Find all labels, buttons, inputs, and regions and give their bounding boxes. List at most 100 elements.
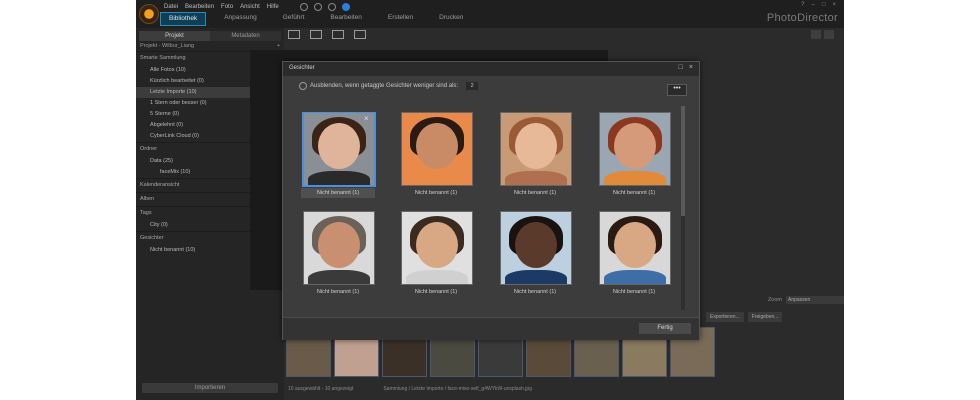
view-mode-icon[interactable] bbox=[288, 30, 300, 39]
face-card[interactable]: Nicht benannt (1) bbox=[399, 112, 477, 207]
app-logo-icon bbox=[139, 4, 159, 24]
dialog-titlebar: Gesichter □ × bbox=[283, 62, 699, 76]
right-tools bbox=[811, 30, 834, 39]
face-thumbnail[interactable]: × bbox=[302, 112, 376, 187]
face-shoulders bbox=[406, 171, 468, 185]
face-thumbnail[interactable] bbox=[500, 211, 572, 285]
import-button[interactable]: Importieren bbox=[142, 383, 278, 393]
fullscreen-icon[interactable] bbox=[354, 30, 366, 39]
close-icon[interactable]: × bbox=[832, 2, 836, 8]
face-label[interactable]: Nicht benannt (1) bbox=[597, 188, 671, 198]
section-title: Smarte Sammlung bbox=[140, 55, 186, 61]
tab-erstellen[interactable]: Erstellen bbox=[380, 12, 421, 26]
face-label[interactable]: Nicht benannt (1) bbox=[399, 287, 473, 297]
face-card[interactable]: Nicht benannt (1) bbox=[597, 112, 675, 207]
tab-metadaten[interactable]: Metadaten bbox=[210, 31, 281, 41]
face-head bbox=[318, 123, 360, 169]
section-title: Gesichter bbox=[140, 235, 164, 241]
brand-name: PhotoDirector bbox=[766, 12, 838, 24]
face-shoulders bbox=[308, 171, 370, 185]
face-card[interactable]: Nicht benannt (1) bbox=[498, 211, 576, 306]
threshold-stepper[interactable]: 2 bbox=[466, 82, 479, 90]
add-icon[interactable]: + bbox=[277, 43, 280, 49]
face-shoulders bbox=[406, 270, 468, 284]
done-button[interactable]: Fertig bbox=[639, 323, 691, 334]
face-head bbox=[318, 222, 360, 268]
face-shoulders bbox=[505, 171, 567, 185]
quick-actions bbox=[300, 3, 350, 11]
hand-tool-icon[interactable] bbox=[824, 30, 834, 39]
tab-drucken[interactable]: Drucken bbox=[431, 12, 471, 26]
dialog-title: Gesichter bbox=[289, 65, 315, 71]
help-icon[interactable]: ? bbox=[801, 2, 804, 8]
info-icon[interactable] bbox=[342, 3, 350, 11]
face-card[interactable]: Nicht benannt (1) bbox=[301, 211, 379, 306]
close-icon[interactable]: × bbox=[689, 64, 693, 71]
zoom-label: Zoom bbox=[767, 297, 782, 303]
tab-gefuehrt[interactable]: Geführt bbox=[275, 12, 313, 26]
face-thumbnail[interactable] bbox=[401, 211, 473, 285]
file-path: Sammlung / Letzte Importe / face-mixe-se… bbox=[383, 386, 532, 392]
faces-grid: × Nicht benannt (1) Nicht benannt (1) Nicht… bbox=[301, 112, 681, 314]
face-card[interactable]: Nicht benannt (1) bbox=[597, 211, 675, 306]
face-head bbox=[416, 123, 458, 169]
tab-bearbeiten[interactable]: Bearbeiten bbox=[322, 12, 369, 26]
module-tabs: Bibliothek Anpassung Geführt Bearbeiten … bbox=[160, 12, 481, 26]
hide-option: Ausblenden, wenn getaggte Gesichter weni… bbox=[299, 82, 479, 90]
face-thumbnail[interactable] bbox=[599, 211, 671, 285]
hide-option-label: Ausblenden, wenn getaggte Gesichter weni… bbox=[310, 83, 459, 89]
menu-hilfe[interactable]: Hilfe bbox=[267, 4, 279, 10]
maximize-icon[interactable]: □ bbox=[679, 64, 683, 71]
face-shoulders bbox=[308, 270, 370, 284]
section-title: Alben bbox=[140, 196, 155, 202]
face-thumbnail[interactable] bbox=[401, 112, 473, 186]
section-title: Kalenderansicht bbox=[140, 182, 180, 188]
face-card[interactable]: Nicht benannt (1) bbox=[498, 112, 576, 207]
face-card[interactable]: Nicht benannt (1) bbox=[399, 211, 477, 306]
undo-icon[interactable] bbox=[300, 3, 308, 11]
face-head bbox=[614, 222, 656, 268]
title-bar: Datei Bearbeiten Foto Ansicht Hilfe Bibl… bbox=[136, 0, 844, 28]
zoom-select[interactable]: Anpassen bbox=[786, 296, 844, 304]
face-label[interactable]: Nicht benannt (1) bbox=[399, 188, 473, 198]
more-options-button[interactable]: ••• bbox=[667, 84, 687, 96]
redo-icon[interactable] bbox=[314, 3, 322, 11]
export-bar: Exportieren... Freigeben... bbox=[706, 312, 783, 322]
remove-face-icon[interactable]: × bbox=[364, 115, 371, 123]
tab-bibliothek[interactable]: Bibliothek bbox=[160, 12, 207, 26]
maximize-icon[interactable]: □ bbox=[822, 2, 826, 8]
tab-anpassung[interactable]: Anpassung bbox=[216, 12, 265, 26]
face-label[interactable]: Nicht benannt (1) bbox=[498, 188, 572, 198]
window-controls: ? – □ × bbox=[801, 2, 836, 8]
face-label[interactable]: Nicht benannt (1) bbox=[301, 287, 375, 297]
selection-count: 10 ausgewählt - 10 angezeigt bbox=[288, 386, 354, 392]
share-button[interactable]: Freigeben... bbox=[747, 312, 783, 322]
status-bar: 10 ausgewählt - 10 angezeigt Sammlung / … bbox=[288, 386, 838, 392]
face-label[interactable]: Nicht benannt (1) bbox=[597, 287, 671, 297]
section-title: Tags bbox=[140, 210, 152, 216]
zoom-tool-icon[interactable] bbox=[811, 30, 821, 39]
minimize-icon[interactable]: – bbox=[812, 2, 815, 8]
face-label[interactable]: Nicht benannt (1) bbox=[301, 188, 375, 198]
face-thumbnail[interactable] bbox=[500, 112, 572, 186]
section-title: Ordner bbox=[140, 146, 158, 152]
record-icon[interactable] bbox=[328, 3, 336, 11]
grid-view-icon[interactable] bbox=[332, 30, 344, 39]
menu-foto[interactable]: Foto bbox=[221, 4, 233, 10]
hide-checkbox[interactable] bbox=[299, 82, 307, 90]
export-button[interactable]: Exportieren... bbox=[706, 312, 744, 322]
menu-datei[interactable]: Datei bbox=[164, 4, 178, 10]
tab-projekt[interactable]: Projekt bbox=[139, 31, 210, 41]
face-head bbox=[614, 123, 656, 169]
face-card[interactable]: × Nicht benannt (1) bbox=[301, 112, 379, 207]
face-thumbnail[interactable] bbox=[303, 211, 375, 285]
compare-icon[interactable] bbox=[310, 30, 322, 39]
scrollbar-thumb[interactable] bbox=[681, 106, 685, 216]
face-thumbnail[interactable] bbox=[599, 112, 671, 186]
face-label[interactable]: Nicht benannt (1) bbox=[498, 287, 572, 297]
menu-bar: Datei Bearbeiten Foto Ansicht Hilfe bbox=[164, 4, 279, 10]
scrollbar[interactable] bbox=[681, 106, 685, 310]
menu-bearbeiten[interactable]: Bearbeiten bbox=[185, 4, 214, 10]
menu-ansicht[interactable]: Ansicht bbox=[240, 4, 260, 10]
face-head bbox=[416, 222, 458, 268]
